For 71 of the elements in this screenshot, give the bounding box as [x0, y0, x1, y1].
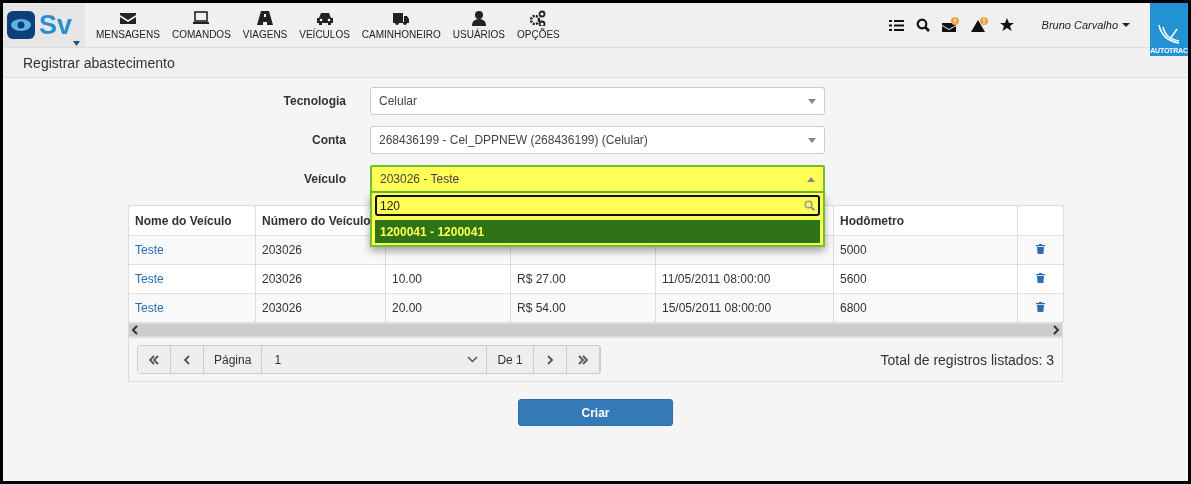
- caret-icon: [808, 137, 816, 143]
- page-count: De 1: [487, 346, 534, 373]
- vehicle-link[interactable]: Teste: [135, 301, 164, 315]
- nav-icon: [256, 10, 275, 26]
- star-icon[interactable]: [999, 18, 1014, 32]
- field-label: Tecnologia: [282, 94, 346, 108]
- vehicle-link[interactable]: Teste: [135, 243, 164, 257]
- list-icon[interactable]: [888, 18, 904, 32]
- caret-icon: [1122, 23, 1130, 27]
- table-cell: 203026: [255, 264, 386, 294]
- table-cell: 6800: [833, 293, 1018, 323]
- caret-icon: [73, 41, 80, 46]
- table-cell: 20.00: [385, 293, 511, 323]
- nav-item[interactable]: COMANDOS: [166, 3, 236, 47]
- swoosh-icon: [1156, 23, 1182, 47]
- nav-item[interactable]: MENSAGENS: [91, 3, 165, 47]
- scroll-left-icon[interactable]: [129, 325, 141, 335]
- nav-icon: [192, 10, 211, 26]
- envelope-icon[interactable]: [941, 17, 959, 33]
- nav-item[interactable]: VIAGENS: [237, 3, 293, 47]
- search-icon: [804, 200, 815, 211]
- warning-road-icon[interactable]: [970, 17, 988, 33]
- field-label: Veículo: [302, 172, 346, 186]
- select-field[interactable]: Celular: [370, 87, 825, 115]
- trash-icon[interactable]: [1036, 302, 1045, 312]
- first-page-icon: [149, 354, 159, 365]
- nav-icon: [469, 10, 488, 26]
- search-icon[interactable]: [915, 18, 930, 32]
- chevron-icon: [467, 356, 479, 363]
- table-cell: 15/05/2011 08:00:00: [655, 293, 834, 323]
- create-button[interactable]: Criar: [518, 399, 673, 426]
- table-cell: 11/05/2011 08:00:00: [655, 264, 834, 294]
- nav-icon: [392, 10, 411, 26]
- logo-text: Sv: [39, 9, 73, 41]
- caret-icon: [808, 98, 816, 104]
- pager-button[interactable]: [138, 346, 171, 373]
- trash-icon[interactable]: [1036, 273, 1045, 283]
- caret-icon: [807, 176, 815, 182]
- vehicle-link[interactable]: Teste: [135, 272, 164, 286]
- horizontal-scrollbar[interactable]: [128, 323, 1063, 337]
- trash-icon[interactable]: [1036, 244, 1045, 254]
- select-field[interactable]: 268436199 - Cel_DPPNEW (268436199) (Celular): [370, 126, 825, 154]
- column-header: Hodômetro: [833, 205, 1018, 236]
- field-label: Conta: [311, 133, 346, 147]
- total-records: Total de registros listados: 3: [880, 351, 1054, 368]
- nav-item[interactable]: CAMINHONEIRO: [356, 3, 446, 47]
- scroll-right-icon[interactable]: [1050, 325, 1062, 335]
- eye-logo-icon: [7, 11, 35, 39]
- nav-item[interactable]: VEÍCULOS: [294, 3, 355, 47]
- previous-icon: [182, 354, 192, 365]
- table-cell: R$ 54.00: [510, 293, 656, 323]
- table-cell: R$ 27.00: [510, 264, 656, 294]
- next-icon: [544, 354, 555, 365]
- page-label: Página: [204, 346, 263, 373]
- nav-icon: [315, 10, 334, 26]
- search-field[interactable]: 120: [375, 195, 820, 216]
- page-title: Registrar abastecimento: [23, 54, 175, 71]
- table-cell: 5600: [833, 264, 1018, 294]
- table-cell: 5000: [833, 235, 1018, 265]
- select-field[interactable]: 203026 - Teste: [370, 165, 825, 193]
- nav-icon: [118, 10, 137, 26]
- last-page-icon: [577, 354, 588, 365]
- dropdown-option[interactable]: 1200041 - 1200041: [375, 220, 820, 243]
- nav-item[interactable]: OPÇÕES: [512, 3, 565, 47]
- table-cell: 203026: [255, 293, 386, 323]
- page-select[interactable]: 1: [262, 346, 488, 373]
- column-header: Nome do Veículo: [128, 205, 256, 236]
- nav-item[interactable]: USUÁRIOS: [447, 3, 510, 47]
- table-cell: 10.00: [385, 264, 511, 294]
- user-menu[interactable]: Bruno Carvalho: [1035, 18, 1136, 32]
- nav-icon: [529, 10, 548, 26]
